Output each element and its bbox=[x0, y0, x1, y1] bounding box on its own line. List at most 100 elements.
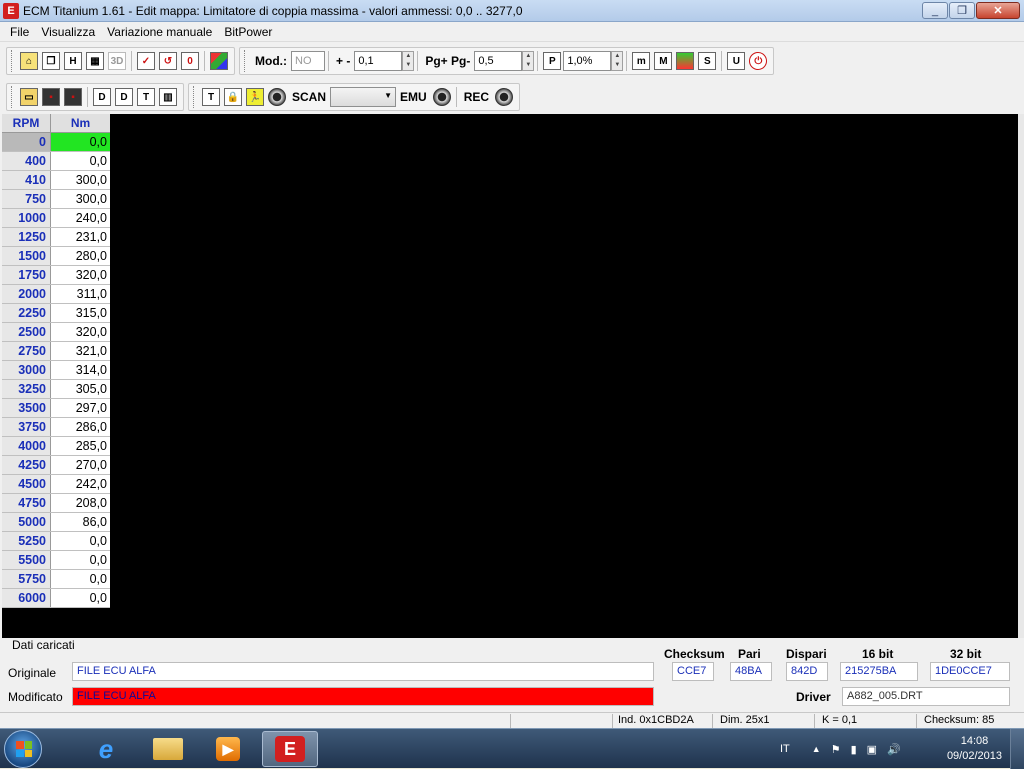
nm-cell[interactable]: 0,0 bbox=[51, 152, 110, 170]
nm-cell[interactable]: 300,0 bbox=[51, 171, 110, 189]
power-icon[interactable]: ⏻ bbox=[749, 52, 768, 70]
rpm-cell[interactable]: 410 bbox=[2, 171, 51, 189]
menu-bitpower[interactable]: BitPower bbox=[218, 25, 278, 39]
rpm-column-header[interactable]: RPM bbox=[2, 114, 51, 132]
action-center-icon[interactable]: ⚑ bbox=[831, 743, 841, 756]
nm-cell[interactable]: 311,0 bbox=[51, 285, 110, 303]
language-indicator[interactable]: IT bbox=[780, 743, 790, 755]
rpm-cell[interactable]: 3250 bbox=[2, 380, 51, 398]
rpm-cell[interactable]: 6000 bbox=[2, 589, 51, 607]
minimize-button[interactable]: _ bbox=[922, 2, 948, 19]
show-hidden-icons-icon[interactable]: ▲ bbox=[812, 744, 821, 754]
network-icon[interactable]: ▣ bbox=[867, 743, 877, 756]
spin-down-icon[interactable]: ▼ bbox=[612, 61, 623, 70]
toolbar-grip[interactable] bbox=[244, 50, 247, 72]
nm-cell[interactable]: 320,0 bbox=[51, 266, 110, 284]
spin-down-icon[interactable]: ▼ bbox=[523, 61, 534, 70]
spin-up-icon[interactable]: ▲ bbox=[523, 52, 534, 61]
pg-input[interactable]: 0,5 bbox=[474, 51, 523, 71]
rpm-cell[interactable]: 3500 bbox=[2, 399, 51, 417]
spin-up-icon[interactable]: ▲ bbox=[612, 52, 623, 61]
d1-icon[interactable]: D bbox=[93, 88, 111, 106]
menu-variazione-manuale[interactable]: Variazione manuale bbox=[101, 25, 218, 39]
run-icon[interactable]: 🏃 bbox=[246, 88, 264, 106]
nm-cell[interactable]: 315,0 bbox=[51, 304, 110, 322]
media-player-icon[interactable]: ▶ bbox=[200, 731, 256, 767]
ecm-titanium-taskbar-icon[interactable]: E bbox=[262, 731, 318, 767]
home-icon[interactable]: ⌂ bbox=[20, 52, 38, 70]
nm-cell[interactable]: 320,0 bbox=[51, 323, 110, 341]
maximize-button[interactable]: ❐ bbox=[949, 2, 975, 19]
scan-select[interactable] bbox=[330, 87, 397, 107]
nm-cell[interactable]: 0,0 bbox=[51, 551, 110, 569]
d2-icon[interactable]: D bbox=[115, 88, 133, 106]
t-tool-icon[interactable]: T bbox=[202, 88, 220, 106]
nm-cell[interactable]: 86,0 bbox=[51, 513, 110, 531]
toolbar-grip[interactable] bbox=[11, 86, 14, 108]
close-button[interactable]: ✕ bbox=[976, 2, 1020, 19]
menu-visualizza[interactable]: Visualizza bbox=[35, 25, 101, 39]
nm-cell[interactable]: 240,0 bbox=[51, 209, 110, 227]
rpm-cell[interactable]: 1750 bbox=[2, 266, 51, 284]
scan-indicator-icon[interactable] bbox=[268, 88, 286, 106]
rpm-cell[interactable]: 4500 bbox=[2, 475, 51, 493]
save-as-icon[interactable]: ▪ bbox=[64, 88, 82, 106]
pari-field[interactable]: 48BA bbox=[730, 662, 772, 681]
chart-2d-icon[interactable]: ▦ bbox=[86, 52, 104, 70]
percent-spinner[interactable]: ▲ ▼ bbox=[611, 51, 624, 71]
rpm-cell[interactable]: 2500 bbox=[2, 323, 51, 341]
check-icon[interactable]: ✓ bbox=[137, 52, 155, 70]
save-icon[interactable]: ▪ bbox=[42, 88, 60, 106]
nm-cell[interactable]: 285,0 bbox=[51, 437, 110, 455]
rpm-cell[interactable]: 5000 bbox=[2, 513, 51, 531]
nm-cell[interactable]: 300,0 bbox=[51, 190, 110, 208]
open-folder-icon[interactable]: ▭ bbox=[20, 88, 38, 106]
t-icon[interactable]: T bbox=[137, 88, 155, 106]
rpm-cell[interactable]: 1000 bbox=[2, 209, 51, 227]
copy-icon[interactable]: ❐ bbox=[42, 52, 60, 70]
toolbar-grip[interactable] bbox=[193, 86, 196, 108]
rpm-cell[interactable]: 2000 bbox=[2, 285, 51, 303]
nm-cell[interactable]: 321,0 bbox=[51, 342, 110, 360]
s-icon[interactable]: S bbox=[698, 52, 717, 70]
vertical-scrollbar[interactable] bbox=[1018, 114, 1024, 638]
modificato-field[interactable]: FILE ECU ALFA bbox=[72, 687, 654, 706]
nm-cell[interactable]: 0,0 bbox=[51, 570, 110, 588]
nm-cell[interactable]: 0,0 bbox=[51, 133, 110, 151]
clock[interactable]: 14:08 09/02/2013 bbox=[947, 734, 1002, 764]
show-desktop-button[interactable] bbox=[1010, 729, 1024, 769]
percent-input[interactable]: 1,0% bbox=[563, 51, 612, 71]
checksum-field[interactable]: CCE7 bbox=[672, 662, 714, 681]
rpm-cell[interactable]: 5750 bbox=[2, 570, 51, 588]
rpm-cell[interactable]: 0 bbox=[2, 133, 51, 151]
nm-cell[interactable]: 314,0 bbox=[51, 361, 110, 379]
m-large-icon[interactable]: M bbox=[654, 52, 673, 70]
rpm-cell[interactable]: 400 bbox=[2, 152, 51, 170]
emu-indicator-icon[interactable] bbox=[432, 88, 451, 106]
ecm-titanium-logo-icon[interactable]: E bbox=[3, 2, 19, 19]
menu-file[interactable]: File bbox=[4, 25, 35, 39]
undo-icon[interactable]: ↺ bbox=[159, 52, 177, 70]
step-input[interactable]: 0,1 bbox=[354, 51, 403, 71]
nm-cell[interactable]: 280,0 bbox=[51, 247, 110, 265]
step-spinner[interactable]: ▲ ▼ bbox=[402, 51, 415, 71]
m-small-icon[interactable]: m bbox=[632, 52, 651, 70]
rpm-cell[interactable]: 5250 bbox=[2, 532, 51, 550]
table-icon[interactable]: H bbox=[64, 52, 82, 70]
pg-spinner[interactable]: ▲ ▼ bbox=[522, 51, 535, 71]
palette-icon[interactable] bbox=[676, 52, 695, 70]
volume-icon[interactable]: 🔊 bbox=[887, 743, 901, 756]
file-explorer-icon[interactable] bbox=[140, 731, 196, 767]
nm-cell[interactable]: 270,0 bbox=[51, 456, 110, 474]
rpm-cell[interactable]: 4750 bbox=[2, 494, 51, 512]
toolbar-grip[interactable] bbox=[11, 50, 14, 72]
nm-cell[interactable]: 297,0 bbox=[51, 399, 110, 417]
spin-down-icon[interactable]: ▼ bbox=[403, 61, 414, 70]
chart-3d-icon[interactable]: 3D bbox=[108, 52, 126, 70]
nm-column-header[interactable]: Nm bbox=[51, 114, 110, 132]
rpm-cell[interactable]: 1500 bbox=[2, 247, 51, 265]
dispari-field[interactable]: 842D bbox=[786, 662, 828, 681]
rpm-cell[interactable]: 750 bbox=[2, 190, 51, 208]
rpm-cell[interactable]: 5500 bbox=[2, 551, 51, 569]
rpm-cell[interactable]: 2250 bbox=[2, 304, 51, 322]
